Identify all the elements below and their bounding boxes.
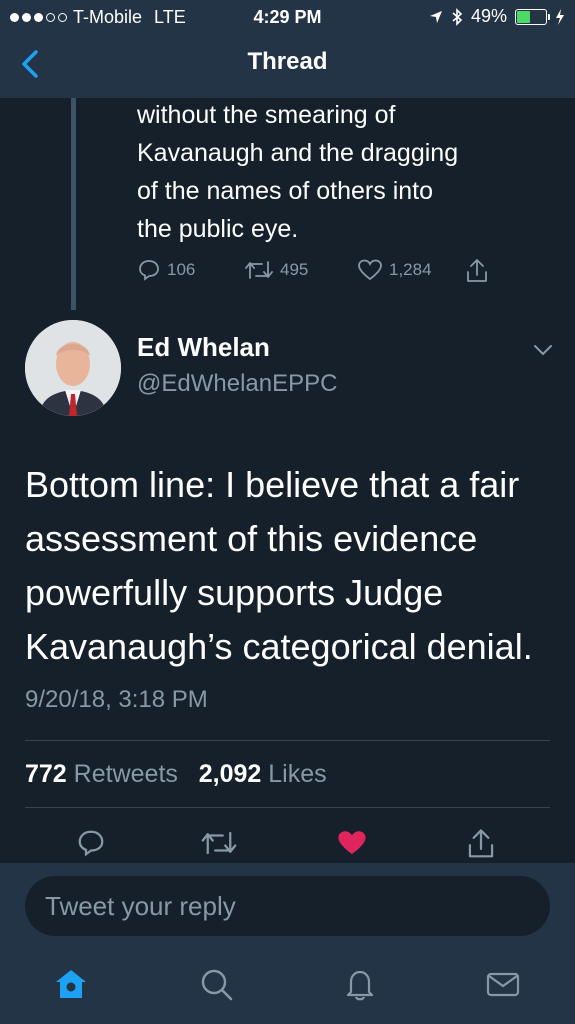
likes-stat[interactable]: 2,092 Likes: [199, 760, 327, 788]
search-icon[interactable]: [198, 966, 234, 1002]
likes-label: Likes: [268, 760, 327, 788]
tab-bar: [0, 960, 575, 1016]
share-icon[interactable]: [466, 828, 496, 860]
previous-tweet-line: without the smearing of: [137, 101, 396, 129]
previous-tweet-line: Kavanaugh and the dragging: [137, 139, 459, 167]
like-total: 2,092: [198, 760, 262, 788]
reply-input[interactable]: Tweet your reply: [25, 876, 550, 936]
thread-connector-line: [71, 98, 76, 310]
tweet-line: assessment of this evidence: [25, 518, 478, 559]
chevron-down-icon[interactable]: [532, 342, 554, 358]
author-photo: [25, 320, 121, 416]
tweet-line: powerfully supports Judge: [25, 572, 444, 613]
reply-placeholder: Tweet your reply: [45, 891, 236, 921]
status-bar: T-Mobile LTE 4:29 PM 49%: [0, 0, 575, 34]
location-arrow-icon: [429, 10, 442, 23]
retweets-stat[interactable]: 772 Retweets: [25, 760, 178, 788]
tweet-text: Bottom line: I believe that a fair asses…: [25, 458, 555, 674]
heart-icon: [358, 259, 382, 281]
like-count: 1,284: [389, 260, 432, 279]
previous-tweet-text[interactable]: without the smearing of Kavanaugh and th…: [137, 96, 557, 248]
home-icon[interactable]: [53, 966, 89, 1002]
heart-filled-icon[interactable]: [336, 828, 368, 858]
retweet-icon[interactable]: [200, 828, 238, 858]
share-action[interactable]: [465, 258, 489, 284]
engagement-stats: 772 Retweets 2,092 Likes: [25, 760, 327, 789]
author-name[interactable]: Ed Whelan: [137, 332, 270, 363]
reply-icon: [139, 260, 159, 281]
tweet-line: Kavanaugh’s categorical denial.: [25, 626, 533, 667]
page-title: Thread: [247, 48, 328, 75]
retweet-action[interactable]: 495: [244, 258, 308, 282]
messages-icon[interactable]: [485, 966, 521, 1002]
reply-icon[interactable]: [76, 828, 106, 858]
battery-icon: [515, 8, 550, 25]
retweets-label: Retweets: [73, 760, 178, 788]
reply-action[interactable]: 106: [137, 258, 195, 282]
share-icon: [467, 259, 487, 282]
divider: [25, 807, 550, 808]
previous-tweet-line: the public eye.: [137, 215, 299, 243]
tweet-actions: [0, 828, 575, 862]
divider: [25, 740, 550, 741]
retweet-total: 772: [25, 760, 67, 788]
charging-icon: [556, 8, 564, 25]
retweet-count: 495: [280, 260, 309, 279]
author-handle[interactable]: @EdWhelanEPPC: [137, 370, 337, 398]
avatar[interactable]: [25, 320, 121, 416]
tweet-timestamp: 9/20/18, 3:18 PM: [25, 686, 208, 713]
previous-tweet-line: of the names of others into: [137, 177, 434, 205]
notifications-icon[interactable]: [342, 966, 378, 1002]
tweet-line: Bottom line: I believe that a fair: [25, 464, 520, 505]
battery-percent: 49%: [470, 6, 507, 26]
retweet-icon: [245, 261, 273, 279]
top-bar: T-Mobile LTE 4:29 PM 49% Thread: [0, 0, 575, 98]
reply-count: 106: [167, 260, 196, 279]
like-action[interactable]: 1,284: [357, 258, 432, 282]
bluetooth-icon: [452, 7, 463, 26]
